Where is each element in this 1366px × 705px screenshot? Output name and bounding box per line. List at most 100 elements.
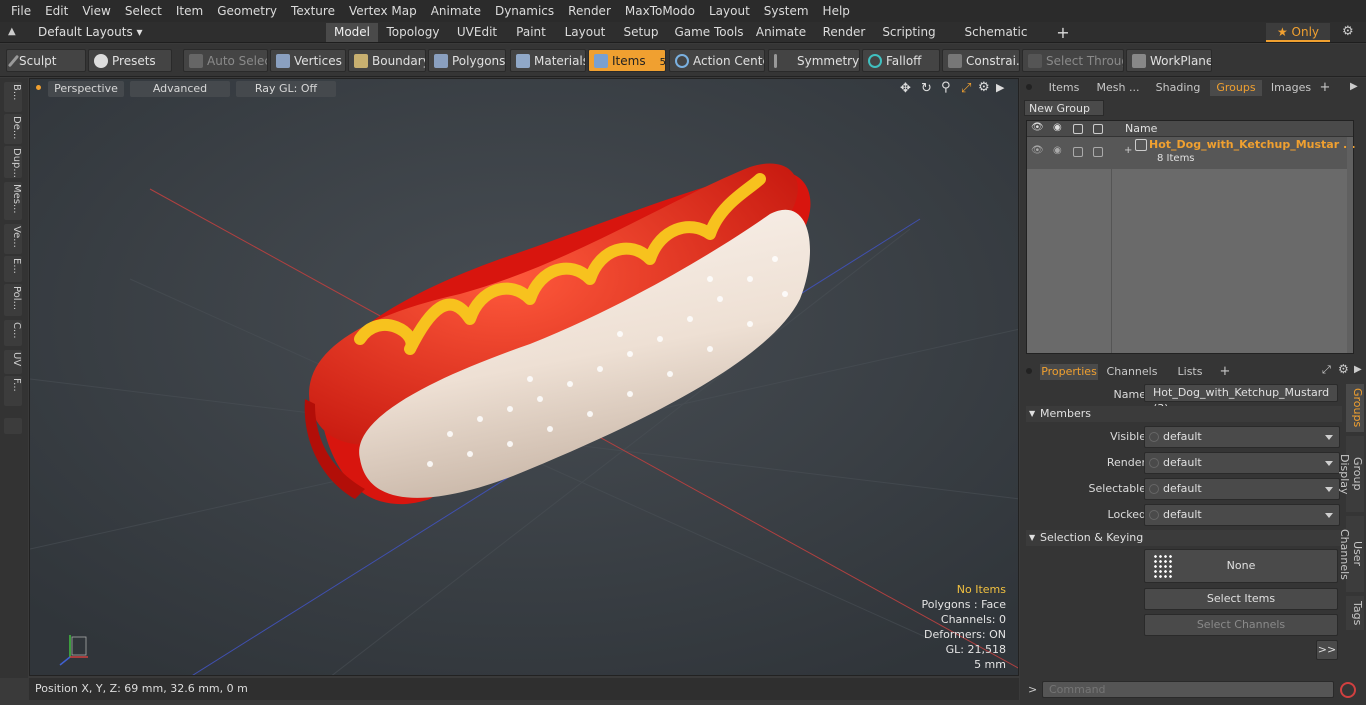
side-tab-user-channels[interactable]: User Channels <box>1338 516 1364 592</box>
workplane-button[interactable]: WorkPlane <box>1126 49 1212 72</box>
layout-menu-icon[interactable]: ▲ <box>8 26 20 38</box>
symmetry-button[interactable]: Symmetry <box>768 49 860 72</box>
render-column-icon[interactable]: ◉ <box>1053 122 1062 133</box>
strip-tab-fusion[interactable]: F... <box>4 376 22 406</box>
menu-file[interactable]: File <box>4 0 38 22</box>
tab-images[interactable]: Images <box>1266 80 1316 96</box>
more-button[interactable]: >> <box>1316 640 1338 660</box>
tab-channels[interactable]: Channels <box>1106 364 1158 380</box>
strip-tab-vertex[interactable]: Ve... <box>4 224 22 254</box>
tab-layout[interactable]: Layout <box>560 23 610 42</box>
props-arrow-icon[interactable]: ▶ <box>1354 364 1362 375</box>
tab-model[interactable]: Model <box>326 23 378 42</box>
menu-view[interactable]: View <box>75 0 117 22</box>
menu-select[interactable]: Select <box>118 0 169 22</box>
zoom-view-icon[interactable]: ⚲ <box>941 80 951 95</box>
strip-expand-icon[interactable] <box>4 418 22 434</box>
tab-topology[interactable]: Topology <box>382 23 444 42</box>
viewport-expand-arrow-icon[interactable]: ▶ <box>996 81 1004 94</box>
panel-expand-arrow-icon[interactable]: ▶ <box>1350 81 1358 92</box>
sculpt-button[interactable]: Sculpt <box>6 49 86 72</box>
keying-none-button[interactable]: None <box>1144 549 1338 583</box>
presets-button[interactable]: Presets <box>88 49 172 72</box>
name-field[interactable]: Hot_Dog_with_Ketchup_Mustard (3) <box>1144 384 1338 415</box>
menu-render[interactable]: Render <box>561 0 618 22</box>
boundary-button[interactable]: Boundary <box>348 49 426 72</box>
perspective-dropdown[interactable]: Perspective <box>48 81 124 97</box>
add-props-tab-button[interactable]: + <box>1218 364 1232 380</box>
group-render-icon[interactable]: ◉ <box>1053 145 1062 156</box>
tab-game-tools[interactable]: Game Tools <box>674 23 744 42</box>
group-lock-checkbox[interactable] <box>1093 147 1103 157</box>
tab-uvedit[interactable]: UVEdit <box>450 23 504 42</box>
viewport-menu-dot[interactable] <box>36 85 41 90</box>
strip-tab-basic[interactable]: B... <box>4 82 22 112</box>
strip-tab-mesh-edit[interactable]: Mes... <box>4 182 22 220</box>
strip-tab-duplicate[interactable]: Dup... <box>4 146 22 178</box>
select-through-button[interactable]: Select Through <box>1022 49 1124 72</box>
viewport-settings-gear-icon[interactable]: ⚙ <box>978 80 990 95</box>
side-tab-tags[interactable]: Tags <box>1346 596 1364 630</box>
strip-tab-edge[interactable]: E... <box>4 256 22 282</box>
group-expand-icon[interactable]: + <box>1124 145 1132 156</box>
add-tab-button[interactable]: + <box>1052 23 1074 42</box>
menu-animate[interactable]: Animate <box>424 0 488 22</box>
selectable-dropdown[interactable]: default <box>1144 478 1340 500</box>
locked-dropdown[interactable]: default <box>1144 504 1340 526</box>
menu-help[interactable]: Help <box>816 0 857 22</box>
3d-viewport[interactable]: Perspective Advanced Ray GL: Off ✥ ↻ ⚲ ⤢… <box>29 78 1019 676</box>
group-name[interactable]: Hot_Dog_with_Ketchup_Mustar ... <box>1149 138 1356 151</box>
tab-groups[interactable]: Groups <box>1210 80 1262 96</box>
props-gear-icon[interactable]: ⚙ <box>1338 362 1349 376</box>
tab-paint[interactable]: Paint <box>510 23 552 42</box>
menu-system[interactable]: System <box>757 0 816 22</box>
select-column-icon[interactable] <box>1073 124 1083 134</box>
group-row[interactable]: 👁 ◉ + Hot_Dog_with_Ketchup_Mustar ... 8 … <box>1027 137 1356 169</box>
panel-menu-dot-icon[interactable] <box>1026 84 1032 90</box>
selection-keying-section[interactable]: ▼ Selection & Keying <box>1026 530 1342 546</box>
record-macro-icon[interactable] <box>1340 682 1356 698</box>
group-select-checkbox[interactable] <box>1073 147 1083 157</box>
list-scrollbar[interactable] <box>1347 137 1353 353</box>
menu-geometry[interactable]: Geometry <box>210 0 284 22</box>
select-items-button[interactable]: Select Items <box>1144 588 1338 610</box>
props-expand-icon[interactable]: ⤢ <box>1322 363 1331 377</box>
only-toggle[interactable]: ★ Only <box>1266 23 1330 42</box>
eye-column-icon[interactable]: 👁 <box>1031 122 1044 133</box>
tab-properties[interactable]: Properties <box>1040 364 1098 380</box>
strip-tab-polygon[interactable]: Pol... <box>4 284 22 316</box>
tab-lists[interactable]: Lists <box>1170 364 1210 380</box>
menu-vertex-map[interactable]: Vertex Map <box>342 0 424 22</box>
tab-mesh[interactable]: Mesh ... <box>1092 80 1144 96</box>
strip-tab-uv[interactable]: UV <box>4 350 22 374</box>
new-group-button[interactable]: New Group <box>1024 100 1104 116</box>
command-input[interactable] <box>1042 681 1334 698</box>
tab-setup[interactable]: Setup <box>616 23 666 42</box>
render-dropdown[interactable]: default <box>1144 452 1340 474</box>
lock-column-icon[interactable] <box>1093 124 1103 134</box>
settings-gear-icon[interactable]: ⚙ <box>1342 24 1354 39</box>
visible-dropdown[interactable]: default <box>1144 426 1340 448</box>
tab-schematic-fusion[interactable]: Schematic Fusion <box>948 23 1044 58</box>
rotate-view-icon[interactable]: ↻ <box>921 81 932 96</box>
tab-shading[interactable]: Shading <box>1150 80 1206 96</box>
move-view-icon[interactable]: ✥ <box>900 81 911 96</box>
layout-selector[interactable]: Default Layouts ▾ <box>38 25 143 39</box>
maximize-view-icon[interactable]: ⤢ <box>961 81 971 96</box>
tab-render[interactable]: Render <box>818 23 870 42</box>
advanced-dropdown[interactable]: Advanced <box>130 81 230 97</box>
polygons-button[interactable]: Polygons <box>428 49 506 72</box>
side-tab-group-display[interactable]: Group Display <box>1338 436 1364 512</box>
menu-dynamics[interactable]: Dynamics <box>488 0 561 22</box>
menu-edit[interactable]: Edit <box>38 0 75 22</box>
action-center-button[interactable]: Action Center <box>669 49 765 72</box>
menu-maxtomodo[interactable]: MaxToModo <box>618 0 702 22</box>
menu-layout[interactable]: Layout <box>702 0 757 22</box>
add-panel-tab-button[interactable]: + <box>1318 80 1332 96</box>
members-section[interactable]: ▼ Members <box>1026 406 1342 422</box>
strip-tab-deform[interactable]: De... <box>4 114 22 144</box>
tab-scripting[interactable]: Scripting <box>878 23 940 42</box>
props-menu-dot-icon[interactable] <box>1026 368 1032 374</box>
tab-animate[interactable]: Animate <box>752 23 810 42</box>
select-channels-button[interactable]: Select Channels <box>1144 614 1338 636</box>
